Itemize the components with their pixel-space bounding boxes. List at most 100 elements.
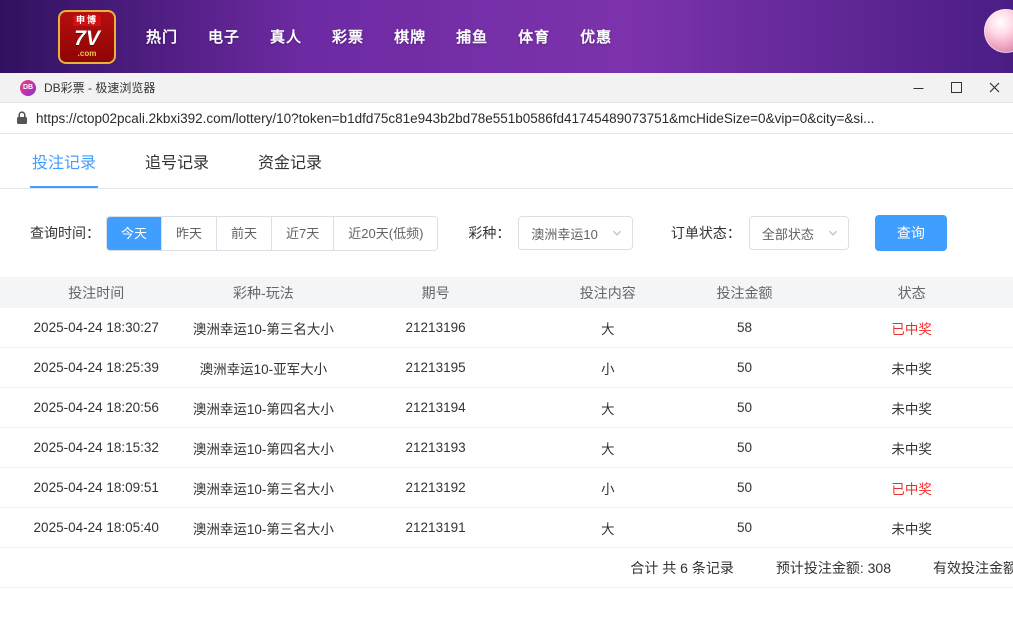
table-header-game-play: 彩种-玩法 xyxy=(192,283,334,303)
window-title: DB彩票 - 极速浏览器 xyxy=(44,79,155,96)
browser-urlbar[interactable]: https://ctop02pcali.2kbxi392.com/lottery… xyxy=(0,103,1013,134)
brand-logo-top-text: 申博 xyxy=(73,15,101,26)
total-records-text: 合计 共 6 条记录 xyxy=(630,558,733,578)
nav-item-live[interactable]: 真人 xyxy=(270,26,302,47)
cell-bet-content: 小 xyxy=(537,358,679,378)
cell-issue-number: 21213192 xyxy=(334,480,537,495)
time-filter-yesterday[interactable]: 昨天 xyxy=(161,217,216,250)
lottery-select[interactable]: 澳洲幸运10 xyxy=(518,216,632,250)
table-summary-row: 合计 共 6 条记录 预计投注金额: 308 有效投注金额 xyxy=(0,548,1013,588)
close-icon xyxy=(989,82,1000,93)
table-row: 2025-04-24 18:15:32澳洲幸运10-第四名大小21213193大… xyxy=(0,428,1013,468)
main-nav: 热门 电子 真人 彩票 棋牌 捕鱼 体育 优惠 xyxy=(146,26,612,47)
browser-titlebar[interactable]: DB DB彩票 - 极速浏览器 xyxy=(0,73,1013,103)
table-header-row: 投注时间彩种-玩法期号投注内容投注金额状态 xyxy=(0,277,1013,308)
cell-bet-content: 小 xyxy=(537,478,679,498)
tab-fund-records[interactable]: 资金记录 xyxy=(256,134,324,188)
table-row: 2025-04-24 18:09:51澳洲幸运10-第三名大小21213192小… xyxy=(0,468,1013,508)
cell-status: 未中奖 xyxy=(810,518,1013,538)
lock-icon xyxy=(16,111,28,125)
chevron-down-icon xyxy=(612,228,622,238)
cell-issue-number: 21213194 xyxy=(334,400,537,415)
table-row: 2025-04-24 18:25:39澳洲幸运10-亚军大小21213195小5… xyxy=(0,348,1013,388)
cell-bet-time: 2025-04-24 18:09:51 xyxy=(0,480,192,495)
cell-game-play: 澳洲幸运10-亚军大小 xyxy=(192,358,334,378)
chevron-down-icon xyxy=(828,228,838,238)
time-filter-group: 今天昨天前天近7天近20天(低频) xyxy=(106,216,438,251)
order-status-select-value: 全部状态 xyxy=(762,224,814,243)
site-favicon-icon: DB xyxy=(20,80,36,96)
cell-bet-amount: 50 xyxy=(679,480,811,495)
cell-game-play: 澳洲幸运10-第三名大小 xyxy=(192,478,334,498)
cell-game-play: 澳洲幸运10-第三名大小 xyxy=(192,318,334,338)
lottery-select-label: 彩种： xyxy=(468,223,510,243)
screen: 申博 7V .com 热门 电子 真人 彩票 棋牌 捕鱼 体育 优惠 DB DB彩票 - 极速… xyxy=(0,0,1013,635)
cell-issue-number: 21213191 xyxy=(334,520,537,535)
table-row: 2025-04-24 18:05:40澳洲幸运10-第三名大小21213191大… xyxy=(0,508,1013,548)
cell-bet-time: 2025-04-24 18:20:56 xyxy=(0,400,192,415)
cell-bet-amount: 58 xyxy=(679,320,811,335)
valid-amount-text: 有效投注金额 xyxy=(933,558,1013,578)
cell-issue-number: 21213196 xyxy=(334,320,537,335)
nav-item-chess[interactable]: 棋牌 xyxy=(394,26,426,47)
maximize-icon xyxy=(951,82,962,93)
cell-status: 未中奖 xyxy=(810,438,1013,458)
close-button[interactable] xyxy=(975,73,1013,102)
cell-bet-time: 2025-04-24 18:05:40 xyxy=(0,520,192,535)
brand-logo-sub-text: .com xyxy=(78,50,97,58)
cell-issue-number: 21213193 xyxy=(334,440,537,455)
cell-game-play: 澳洲幸运10-第三名大小 xyxy=(192,518,334,538)
time-filter-last-7-days[interactable]: 近7天 xyxy=(271,217,333,250)
lottery-records-page: 投注记录追号记录资金记录 查询时间： 今天昨天前天近7天近20天(低频) 彩种：… xyxy=(0,134,1013,635)
cell-status: 未中奖 xyxy=(810,358,1013,378)
cell-bet-amount: 50 xyxy=(679,400,811,415)
cell-game-play: 澳洲幸运10-第四名大小 xyxy=(192,438,334,458)
cell-status: 未中奖 xyxy=(810,398,1013,418)
nav-item-hot[interactable]: 热门 xyxy=(146,26,178,47)
browser-window: DB DB彩票 - 极速浏览器 https://ctop02pcali.2kbx… xyxy=(0,73,1013,635)
cell-game-play: 澳洲幸运10-第四名大小 xyxy=(192,398,334,418)
cell-bet-content: 大 xyxy=(537,438,679,458)
minimize-button[interactable] xyxy=(899,73,937,102)
nav-item-fishing[interactable]: 捕鱼 xyxy=(456,26,488,47)
cell-issue-number: 21213195 xyxy=(334,360,537,375)
minimize-icon xyxy=(913,82,924,93)
nav-item-sports[interactable]: 体育 xyxy=(518,26,550,47)
user-avatar[interactable] xyxy=(984,9,1013,53)
time-filter-today[interactable]: 今天 xyxy=(107,217,161,250)
brand-logo[interactable]: 申博 7V .com xyxy=(58,10,116,64)
table-header-status: 状态 xyxy=(810,283,1013,303)
top-navbar: 申博 7V .com 热门 电子 真人 彩票 棋牌 捕鱼 体育 优惠 xyxy=(0,0,1013,73)
table-header-bet-amount: 投注金额 xyxy=(679,283,811,303)
tab-chase-records[interactable]: 追号记录 xyxy=(143,134,211,188)
brand-logo-main-text: 7V xyxy=(74,28,100,49)
record-tabs: 投注记录追号记录资金记录 xyxy=(0,134,1013,189)
query-button[interactable]: 查询 xyxy=(875,215,947,251)
table-body: 2025-04-24 18:30:27澳洲幸运10-第三名大小21213196大… xyxy=(0,308,1013,548)
bet-records-table: 投注时间彩种-玩法期号投注内容投注金额状态 2025-04-24 18:30:2… xyxy=(0,277,1013,588)
window-controls xyxy=(899,73,1013,102)
cell-bet-content: 大 xyxy=(537,318,679,338)
table-header-issue-number: 期号 xyxy=(334,283,537,303)
cell-status: 已中奖 xyxy=(810,478,1013,498)
table-row: 2025-04-24 18:20:56澳洲幸运10-第四名大小21213194大… xyxy=(0,388,1013,428)
nav-item-lottery[interactable]: 彩票 xyxy=(332,26,364,47)
cell-bet-time: 2025-04-24 18:30:27 xyxy=(0,320,192,335)
tab-bet-records[interactable]: 投注记录 xyxy=(30,134,98,188)
nav-item-slots[interactable]: 电子 xyxy=(208,26,240,47)
time-filter-day-before-yesterday[interactable]: 前天 xyxy=(216,217,271,250)
cell-bet-amount: 50 xyxy=(679,440,811,455)
filter-bar: 查询时间： 今天昨天前天近7天近20天(低频) 彩种： 澳洲幸运10 订单状态：… xyxy=(0,189,1013,277)
cell-bet-time: 2025-04-24 18:15:32 xyxy=(0,440,192,455)
cell-bet-content: 大 xyxy=(537,518,679,538)
expected-amount-text: 预计投注金额: 308 xyxy=(776,558,891,578)
nav-item-promotions[interactable]: 优惠 xyxy=(580,26,612,47)
order-status-select[interactable]: 全部状态 xyxy=(749,216,849,250)
url-text[interactable]: https://ctop02pcali.2kbxi392.com/lottery… xyxy=(36,111,874,126)
cell-status: 已中奖 xyxy=(810,318,1013,338)
time-filter-last-20-days-low-freq[interactable]: 近20天(低频) xyxy=(333,217,437,250)
maximize-button[interactable] xyxy=(937,73,975,102)
table-header-bet-time: 投注时间 xyxy=(0,283,192,303)
cell-bet-amount: 50 xyxy=(679,520,811,535)
cell-bet-time: 2025-04-24 18:25:39 xyxy=(0,360,192,375)
